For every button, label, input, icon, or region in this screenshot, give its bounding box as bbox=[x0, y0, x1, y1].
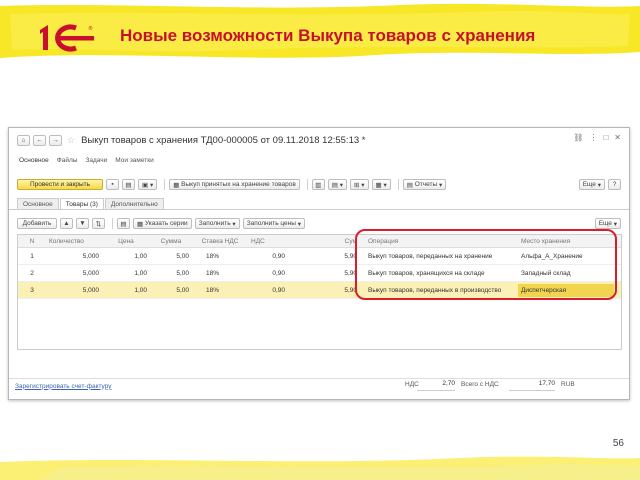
reports-button[interactable]: ▤ Отчеты ▾ bbox=[402, 179, 447, 190]
save-icon[interactable]: ▪ bbox=[106, 179, 119, 190]
cell-n: 1 bbox=[30, 252, 34, 260]
help-button[interactable]: ? bbox=[608, 179, 621, 190]
grand-total-value: 17,70 bbox=[509, 380, 555, 391]
post-icon[interactable]: ▤ bbox=[122, 179, 135, 190]
window-title-bar: ⌂ ← → ☆ Выкуп товаров с хранения ТД00-00… bbox=[9, 133, 629, 147]
add-row-button[interactable]: Добавить bbox=[17, 218, 57, 229]
form-navigation: Основное Файлы Задачи Мои заметки bbox=[9, 155, 629, 165]
table-more-button[interactable]: Еще ▾ bbox=[594, 218, 621, 229]
document-window: ⌂ ← → ☆ Выкуп товаров с хранения ТД00-00… bbox=[8, 127, 630, 400]
cell-total[interactable]: 5,90 bbox=[288, 287, 360, 294]
cell-vat[interactable]: 0,90 bbox=[248, 287, 288, 294]
col-header-vat-rate[interactable]: Ставка НДС bbox=[192, 238, 248, 245]
cell-quantity[interactable]: 5,000 bbox=[46, 253, 102, 260]
form-tabs: Основное Товары (3) Дополнительно bbox=[9, 197, 629, 210]
buyback-button[interactable]: ▦ Выкуп принятых на хранение товаров bbox=[169, 179, 300, 190]
cell-vat-rate[interactable]: 18% bbox=[192, 253, 248, 260]
cell-vat[interactable]: 0,90 bbox=[248, 270, 288, 277]
window-title: Выкуп товаров с хранения ТД00-000005 от … bbox=[81, 134, 366, 146]
cell-quantity[interactable]: 5,000 bbox=[46, 270, 102, 277]
col-header-sum[interactable]: Сумма bbox=[150, 238, 192, 245]
svg-text:®: ® bbox=[88, 25, 93, 32]
nav-notes[interactable]: Мои заметки bbox=[115, 157, 153, 164]
cell-price[interactable]: 1,00 bbox=[102, 287, 150, 294]
fill-prices-button[interactable]: Заполнить цены ▾ bbox=[242, 218, 306, 229]
1c-logo: ® bbox=[36, 22, 98, 54]
cell-total[interactable]: 5,90 bbox=[288, 270, 360, 277]
print-menu-icon[interactable]: ▤ ▾ bbox=[327, 179, 348, 190]
structure-icon[interactable]: ▦ ▾ bbox=[371, 179, 391, 190]
create-based-on-icon[interactable]: ▣ ▾ bbox=[138, 179, 158, 190]
forward-arrow-icon[interactable]: → bbox=[49, 134, 62, 146]
register-invoice-link[interactable]: Зарегистрировать счет-фактуру bbox=[15, 383, 112, 390]
slide-title: Новые возможности Выкупа товаров с хране… bbox=[120, 26, 536, 45]
reports-icon: ▤ bbox=[406, 181, 415, 189]
cell-n: 3 bbox=[30, 286, 34, 294]
fill-button[interactable]: Заполнить ▾ bbox=[194, 218, 240, 229]
move-down-icon[interactable]: ▼ bbox=[76, 218, 89, 229]
cell-sum[interactable]: 5,00 bbox=[150, 253, 192, 260]
maximize-icon[interactable]: □ bbox=[603, 133, 608, 142]
series-icon: ▦ bbox=[137, 220, 145, 228]
cell-vat[interactable]: 0,90 bbox=[248, 253, 288, 260]
command-bar: Провести и закрыть ▪ ▤ ▣ ▾ ▦ Выкуп приня… bbox=[9, 178, 629, 191]
cell-sum[interactable]: 5,00 bbox=[150, 270, 192, 277]
highlight-frame bbox=[355, 229, 617, 300]
col-header-total[interactable]: Сум bbox=[288, 238, 360, 245]
more-button[interactable]: Еще ▾ bbox=[578, 179, 605, 190]
nav-tasks[interactable]: Задачи bbox=[85, 157, 107, 164]
cell-quantity[interactable]: 5,000 bbox=[46, 287, 102, 294]
specify-series-button[interactable]: ▦ Указать серии bbox=[133, 218, 192, 229]
close-icon[interactable]: ✕ bbox=[614, 133, 621, 142]
nav-main[interactable]: Основное bbox=[19, 157, 49, 164]
col-header-quantity[interactable]: Количество bbox=[46, 238, 102, 245]
cell-vat-rate[interactable]: 18% bbox=[192, 270, 248, 277]
cell-sum[interactable]: 5,00 bbox=[150, 287, 192, 294]
col-header-n[interactable]: N bbox=[18, 238, 46, 245]
home-icon[interactable]: ⌂ bbox=[17, 134, 30, 146]
menu-icon[interactable]: ⋮ bbox=[589, 133, 597, 142]
tab-additional[interactable]: Дополнительно bbox=[104, 197, 164, 210]
footer-highlight-band bbox=[0, 452, 640, 480]
link-icon[interactable]: ⛓ bbox=[573, 133, 583, 142]
sort-icon[interactable]: ⇅ bbox=[92, 218, 105, 229]
back-arrow-icon[interactable]: ← bbox=[33, 134, 46, 146]
attach-icon[interactable]: ⊞ ▾ bbox=[350, 179, 369, 190]
currency-label: RUB bbox=[561, 381, 575, 388]
col-header-vat[interactable]: НДС bbox=[248, 238, 288, 245]
col-header-price[interactable]: Цена bbox=[102, 238, 150, 245]
cell-total[interactable]: 5,90 bbox=[288, 253, 360, 260]
cell-price[interactable]: 1,00 bbox=[102, 253, 150, 260]
cell-n: 2 bbox=[30, 269, 34, 277]
tab-goods[interactable]: Товары (3) bbox=[59, 197, 104, 210]
cell-vat-rate[interactable]: 18% bbox=[192, 287, 248, 294]
buyback-icon: ▦ bbox=[173, 181, 182, 189]
page-number: 56 bbox=[612, 438, 624, 449]
nav-files[interactable]: Файлы bbox=[57, 157, 78, 164]
post-and-close-button[interactable]: Провести и закрыть bbox=[17, 179, 103, 190]
tab-main[interactable]: Основное bbox=[17, 197, 59, 210]
print-icon[interactable]: ▥ bbox=[311, 179, 325, 190]
star-icon[interactable]: ☆ bbox=[67, 135, 75, 146]
vat-total-value: 2,70 bbox=[417, 380, 455, 391]
move-up-icon[interactable]: ▲ bbox=[60, 218, 73, 229]
cell-price[interactable]: 1,00 bbox=[102, 270, 150, 277]
grand-total-label: Всего с НДС bbox=[461, 381, 499, 388]
pick-goods-icon[interactable]: ▤ bbox=[117, 218, 130, 229]
